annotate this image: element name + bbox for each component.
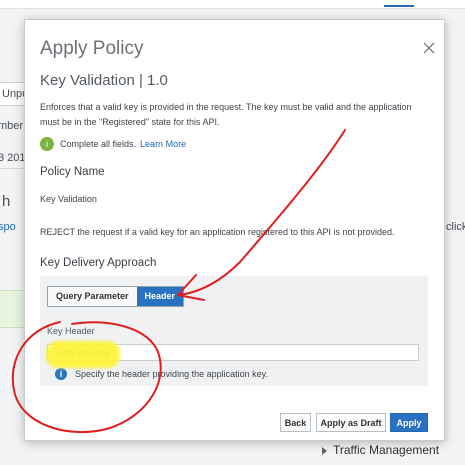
learn-more-link[interactable]: Learn More	[140, 139, 186, 149]
traffic-management-label: Traffic Management	[333, 443, 440, 457]
policy-name-value: Key Validation	[40, 194, 97, 204]
apply-button[interactable]: Apply	[390, 413, 428, 432]
key-delivery-label: Key Delivery Approach	[40, 257, 157, 269]
reject-rule-text: REJECT the request if a valid key for an…	[40, 227, 395, 237]
background-success-panel	[0, 290, 26, 328]
close-icon[interactable]	[422, 41, 436, 55]
apply-policy-dialog: Apply Policy Key Validation | 1.0 Enforc…	[24, 19, 445, 441]
background-divider	[0, 168, 24, 169]
key-header-hint: i Specify the header providing the appli…	[55, 368, 268, 380]
complete-fields-text: Complete all fields.	[60, 139, 137, 149]
policy-heading: Key Validation | 1.0	[40, 72, 168, 89]
policy-name-label: Policy Name	[40, 166, 105, 178]
query-parameter-option[interactable]: Query Parameter	[48, 287, 137, 306]
hint-text: Specify the header providing the applica…	[75, 369, 268, 379]
yellow-highlight-mark	[46, 341, 120, 368]
apply-as-draft-button[interactable]: Apply as Draft	[316, 413, 386, 432]
triangle-right-icon	[322, 446, 327, 455]
background-text: h	[2, 193, 11, 210]
background-text: click	[446, 221, 465, 233]
background-active-tab-indicator	[384, 5, 414, 7]
back-button[interactable]: Back	[280, 413, 311, 432]
info-icon: i	[55, 368, 67, 380]
key-delivery-panel: Query Parameter Header Key Header i Spec…	[40, 276, 428, 386]
completion-notice: i Complete all fields. Learn More	[40, 137, 186, 151]
policy-description: Enforces that a valid key is provided in…	[40, 102, 412, 127]
header-option[interactable]: Header	[136, 287, 184, 306]
background-link[interactable]: spo	[0, 221, 16, 233]
check-circle-icon: i	[40, 137, 54, 151]
traffic-management-section[interactable]: Traffic Management	[322, 443, 439, 457]
key-header-label: Key Header	[47, 326, 95, 336]
dialog-title: Apply Policy	[40, 38, 144, 59]
delivery-approach-toggle: Query Parameter Header	[47, 286, 185, 307]
